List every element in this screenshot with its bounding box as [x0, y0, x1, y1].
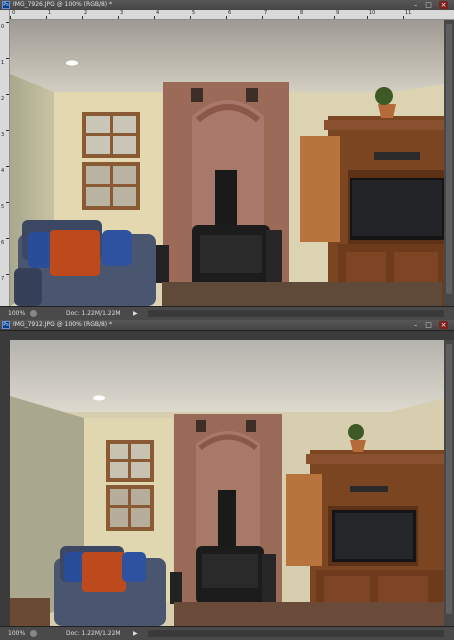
ceiling [10, 20, 444, 92]
ruler-label: 0 [1, 24, 5, 30]
log-holder [266, 230, 282, 284]
log-holder [262, 554, 276, 602]
ruler-tick [6, 58, 9, 59]
ruler-label: 6 [228, 10, 232, 16]
window-frame-lower [106, 485, 154, 531]
ruler-tick [262, 16, 263, 19]
fireplace-tool [170, 572, 182, 604]
ruler-tick [190, 16, 191, 19]
ruler-tick [46, 16, 47, 19]
image-canvas[interactable] [10, 340, 444, 626]
ruler-label: 4 [1, 168, 5, 174]
minimize-icon[interactable]: – [411, 1, 420, 9]
side-table [10, 598, 50, 626]
maximize-icon[interactable]: □ [424, 1, 433, 9]
ceiling-light [93, 395, 105, 401]
ruler-label: 1 [1, 60, 5, 66]
ruler-label: 2 [84, 10, 88, 16]
ruler-tick [403, 16, 404, 19]
ceiling [10, 340, 444, 412]
ruler-tick [6, 130, 9, 131]
ruler-label: 5 [1, 204, 5, 210]
plant-pot [378, 104, 396, 118]
window-title: IMG_7912.JPG @ 100% (RGB/8) * [13, 321, 113, 328]
ruler-tick [82, 16, 83, 19]
sofa [54, 546, 166, 626]
horizontal-scrollbar[interactable] [148, 310, 444, 317]
ruler-label: 7 [264, 10, 268, 16]
ruler-label: 11 [405, 10, 412, 16]
ruler-tick [6, 238, 9, 239]
ceiling-light [66, 60, 78, 66]
scrollbar-thumb[interactable] [446, 24, 452, 294]
ruler-label: 10 [369, 10, 376, 16]
document-size[interactable]: Doc: 1.22M/1.22M [66, 630, 121, 637]
horizontal-scrollbar[interactable] [148, 630, 444, 637]
document-window-2[interactable]: Ps IMG_7912.JPG @ 100% (RGB/8) * – □ × 1… [0, 320, 454, 640]
ruler-label: 1 [48, 10, 52, 16]
window-frame-upper [82, 112, 140, 158]
ruler-tick [6, 274, 9, 275]
plant [348, 424, 364, 440]
status-bar: 100% Doc: 1.22M/1.22M ▶ [0, 626, 454, 640]
zoom-level[interactable]: 100% [8, 630, 25, 637]
window-title: IMG_7926.JPG @ 100% (RGB/8) * [13, 1, 113, 8]
maximize-icon[interactable]: □ [424, 321, 433, 329]
ruler-tick [10, 16, 11, 19]
status-menu-icon[interactable] [30, 630, 37, 637]
document-size[interactable]: Doc: 1.22M/1.22M [66, 310, 121, 317]
photoshop-document-icon: Ps [2, 321, 10, 329]
minimize-icon[interactable]: – [411, 321, 420, 329]
ruler-label: 0 [12, 10, 16, 16]
hearth-floor [162, 282, 442, 306]
ruler-label: 7 [1, 276, 5, 282]
left-ruler[interactable]: 0 1 2 3 4 5 6 7 [0, 10, 10, 306]
window-frame-upper [106, 440, 154, 482]
image-canvas[interactable] [10, 20, 444, 306]
status-bar: 100% Doc: 1.22M/1.22M ▶ [0, 306, 454, 320]
ruler-label: 3 [120, 10, 124, 16]
status-menu-icon[interactable] [30, 310, 37, 317]
ruler-tick [6, 94, 9, 95]
zoom-level[interactable]: 100% [8, 310, 25, 317]
dvd-player [374, 152, 420, 160]
dvd-player [350, 486, 388, 492]
document-window-1[interactable]: Ps IMG_7926.JPG @ 100% (RGB/8) * – □ × 0… [0, 0, 454, 320]
close-icon[interactable]: × [439, 321, 448, 329]
ruler-tick [226, 16, 227, 19]
room-photo [10, 340, 444, 626]
ruler-label: 4 [156, 10, 160, 16]
close-icon[interactable]: × [439, 1, 448, 9]
fireplace-tool [155, 245, 169, 283]
vertical-scrollbar[interactable] [444, 20, 454, 306]
ruler-tick [334, 16, 335, 19]
cabinet-door [286, 474, 322, 566]
ruler-tick [118, 16, 119, 19]
expand-arrow-icon[interactable]: ▶ [133, 630, 138, 637]
plant [375, 87, 393, 105]
photoshop-document-icon: Ps [2, 1, 10, 9]
scrollbar-thumb[interactable] [446, 344, 452, 614]
vertical-scrollbar[interactable] [444, 340, 454, 626]
top-ruler[interactable]: 0 1 2 3 4 5 6 7 8 9 10 11 [9, 10, 454, 20]
room-photo [10, 20, 444, 306]
ruler-tick [298, 16, 299, 19]
ruler-tick [154, 16, 155, 19]
ruler-label: 6 [1, 240, 5, 246]
ruler-tick [367, 16, 368, 19]
window-frame-lower [82, 162, 140, 210]
ruler-tick [6, 166, 9, 167]
cabinet-door [300, 136, 340, 242]
ruler-label: 9 [336, 10, 340, 16]
ruler-label: 2 [1, 96, 5, 102]
expand-arrow-icon[interactable]: ▶ [133, 310, 138, 317]
ruler-tick [6, 22, 9, 23]
ruler-label: 3 [1, 132, 5, 138]
window-title-bar[interactable]: Ps IMG_7912.JPG @ 100% (RGB/8) * – □ × [0, 320, 454, 331]
ruler-tick [6, 202, 9, 203]
ruler-label: 5 [192, 10, 196, 16]
hearth-floor [174, 602, 444, 626]
ruler-label: 8 [300, 10, 304, 16]
